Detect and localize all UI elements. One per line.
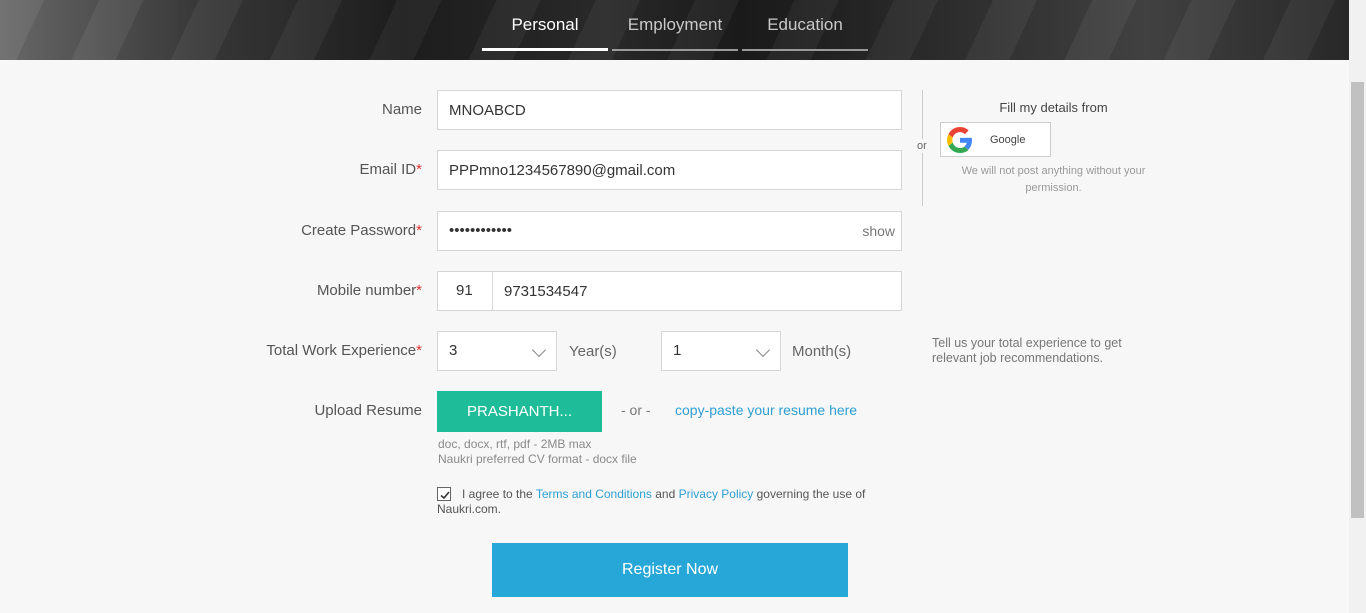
experience-years-select[interactable]: 3 xyxy=(437,331,557,371)
checkmark-icon xyxy=(440,491,450,500)
password-label: Create Password* xyxy=(301,222,422,239)
email-input[interactable] xyxy=(449,151,901,189)
password-field[interactable]: •••••••••••• show xyxy=(437,211,902,251)
resume-formats-hint: doc, docx, rtf, pdf - 2MB max xyxy=(438,437,592,451)
copy-paste-resume-link[interactable]: copy-paste your resume here xyxy=(675,402,857,418)
experience-months-value: 1 xyxy=(673,342,682,359)
email-field[interactable] xyxy=(437,150,902,190)
resume-or-text: - or - xyxy=(621,402,651,418)
name-field[interactable] xyxy=(437,90,902,130)
experience-tip: Tell us your total experience to get rel… xyxy=(932,336,1122,365)
terms-agreement-text: I agree to the Terms and Conditions and … xyxy=(437,487,866,516)
country-code-value[interactable]: 91 xyxy=(456,282,473,299)
months-unit-label: Month(s) xyxy=(792,343,852,360)
name-input[interactable] xyxy=(449,91,901,129)
mobile-label: Mobile number* xyxy=(316,282,422,299)
password-masked-value[interactable]: •••••••••••• xyxy=(449,222,512,239)
tab-employment[interactable]: Employment xyxy=(612,0,738,51)
show-password-toggle[interactable]: show xyxy=(862,212,895,250)
resume-preferred-hint: Naukri preferred CV format - docx file xyxy=(438,452,637,466)
google-button-label: Google xyxy=(990,134,1026,146)
google-icon xyxy=(947,127,972,153)
years-unit-label: Year(s) xyxy=(569,343,617,360)
email-label: Email ID* xyxy=(359,161,422,178)
scrollbar-thumb[interactable] xyxy=(1351,82,1364,518)
experience-years-value: 3 xyxy=(449,342,458,359)
mobile-number-input[interactable] xyxy=(504,272,901,310)
registration-tabs: Personal Employment Education xyxy=(482,0,872,52)
google-fill-button[interactable]: Google xyxy=(940,122,1051,157)
name-label: Name xyxy=(381,101,422,118)
side-or-label: or xyxy=(917,139,927,153)
chevron-down-icon xyxy=(755,342,771,358)
tab-personal[interactable]: Personal xyxy=(482,0,608,51)
upload-resume-button[interactable]: PRASHANTH... xyxy=(437,391,602,432)
country-code-field[interactable]: 91 xyxy=(437,271,493,311)
tab-education[interactable]: Education xyxy=(742,0,868,51)
experience-label: Total Work Experience* xyxy=(266,342,422,359)
permission-note: We will not post anything without your p… xyxy=(961,165,1146,194)
fill-details-title: Fill my details from xyxy=(999,100,1108,115)
chevron-down-icon xyxy=(531,342,547,358)
experience-months-select[interactable]: 1 xyxy=(661,331,781,371)
mobile-number-field[interactable] xyxy=(492,271,902,311)
register-now-button[interactable]: Register Now xyxy=(492,543,848,597)
terms-link[interactable]: Terms and Conditions xyxy=(536,487,652,501)
terms-checkbox[interactable] xyxy=(437,487,451,501)
upload-resume-label: Upload Resume xyxy=(314,402,422,419)
page-scrollbar[interactable] xyxy=(1349,0,1366,613)
privacy-link[interactable]: Privacy Policy xyxy=(679,487,754,501)
